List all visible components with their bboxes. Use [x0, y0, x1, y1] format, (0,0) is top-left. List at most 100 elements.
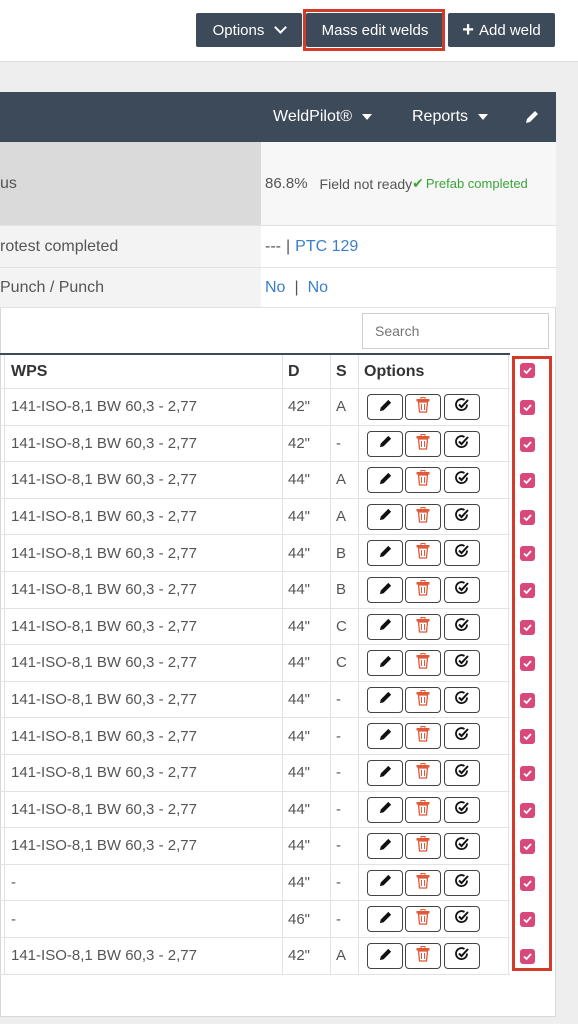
trash-icon [416, 653, 430, 673]
row-select-checkbox[interactable] [520, 802, 535, 818]
trash-icon [416, 397, 430, 417]
edit-weld-button[interactable] [367, 650, 403, 677]
pencil-icon [378, 690, 393, 709]
approve-weld-button[interactable] [444, 613, 480, 640]
row-select-checkbox[interactable] [520, 729, 535, 745]
approve-weld-button[interactable] [444, 796, 480, 823]
check-circle-icon [454, 726, 470, 746]
pencil-icon [378, 800, 393, 819]
edit-weld-button[interactable] [367, 430, 403, 457]
approve-weld-button[interactable] [444, 394, 480, 420]
pencil-icon[interactable] [524, 92, 542, 142]
approve-weld-button[interactable] [444, 540, 480, 567]
options-dropdown-button[interactable]: Options [196, 13, 302, 47]
delete-weld-button[interactable] [405, 467, 441, 494]
row-select-checkbox[interactable] [520, 839, 535, 855]
approve-weld-button[interactable] [444, 430, 480, 457]
approve-weld-button[interactable] [444, 906, 480, 933]
delete-weld-button[interactable] [405, 686, 441, 713]
delete-weld-button[interactable] [405, 394, 441, 420]
diameter-cell: 46" [288, 910, 311, 928]
approve-weld-button[interactable] [444, 650, 480, 677]
select-all-checkbox[interactable] [520, 363, 535, 378]
pencil-icon [378, 654, 393, 673]
edit-weld-button[interactable] [367, 833, 403, 860]
reports-menu[interactable]: Reports [412, 92, 489, 142]
header-options: Options [364, 362, 425, 380]
delete-weld-button[interactable] [405, 833, 441, 860]
delete-weld-button[interactable] [405, 503, 441, 530]
approve-weld-button[interactable] [444, 503, 480, 530]
schedule-cell: - [336, 691, 341, 709]
row-select-checkbox[interactable] [520, 400, 535, 415]
edit-weld-button[interactable] [367, 503, 403, 530]
row-select-checkbox[interactable] [520, 912, 535, 928]
approve-weld-button[interactable] [444, 577, 480, 603]
header-wps[interactable]: WPS [11, 355, 47, 388]
edit-weld-button[interactable] [367, 869, 403, 896]
delete-weld-button[interactable] [405, 613, 441, 640]
delete-weld-button[interactable] [405, 906, 441, 933]
punch-link-1[interactable]: No [265, 279, 285, 297]
edit-weld-button[interactable] [367, 467, 403, 494]
header-s[interactable]: S [336, 355, 347, 388]
row-select-checkbox[interactable] [520, 692, 535, 708]
approve-weld-button[interactable] [444, 723, 480, 750]
delete-weld-button[interactable] [405, 540, 441, 567]
row-select-checkbox[interactable] [520, 619, 535, 635]
diameter-cell: 44" [288, 471, 311, 489]
header-d[interactable]: D [288, 355, 300, 388]
edit-weld-button[interactable] [367, 760, 403, 786]
diameter-cell: 44" [288, 654, 311, 672]
punch-link-2[interactable]: No [308, 279, 328, 297]
check-circle-icon [454, 470, 470, 490]
row-select-checkbox[interactable] [520, 656, 535, 672]
row-select-checkbox[interactable] [520, 473, 535, 489]
diameter-cell: 44" [288, 617, 311, 635]
wps-cell: 141-ISO-8,1 BW 60,3 - 2,77 [11, 544, 197, 562]
trash-icon [416, 726, 430, 746]
row-select-checkbox[interactable] [520, 949, 535, 964]
delete-weld-button[interactable] [405, 650, 441, 677]
approve-weld-button[interactable] [444, 760, 480, 786]
approve-weld-button[interactable] [444, 869, 480, 896]
delete-weld-button[interactable] [405, 869, 441, 896]
pencil-icon [378, 617, 393, 636]
diameter-cell: 42" [288, 434, 311, 452]
edit-weld-button[interactable] [367, 613, 403, 640]
approve-weld-button[interactable] [444, 943, 480, 969]
diameter-cell: 44" [288, 691, 311, 709]
diameter-cell: 44" [288, 837, 311, 855]
delete-weld-button[interactable] [405, 796, 441, 823]
row-select-checkbox[interactable] [520, 509, 535, 525]
add-weld-button[interactable]: + Add weld [448, 13, 555, 47]
edit-weld-button[interactable] [367, 906, 403, 933]
delete-weld-button[interactable] [405, 430, 441, 457]
approve-weld-button[interactable] [444, 467, 480, 494]
approve-weld-button[interactable] [444, 686, 480, 713]
table-row: - 46" - [0, 901, 510, 938]
edit-weld-button[interactable] [367, 796, 403, 823]
edit-weld-button[interactable] [367, 686, 403, 713]
edit-weld-button[interactable] [367, 394, 403, 420]
weldpilot-menu[interactable]: WeldPilot® [273, 92, 373, 142]
edit-weld-button[interactable] [367, 943, 403, 969]
row-select-checkbox[interactable] [520, 436, 535, 452]
row-select-checkbox[interactable] [520, 546, 535, 562]
row-select-checkbox[interactable] [520, 875, 535, 891]
row-select-checkbox[interactable] [520, 766, 535, 781]
edit-weld-button[interactable] [367, 540, 403, 567]
row-select-checkbox[interactable] [520, 583, 535, 598]
delete-weld-button[interactable] [405, 760, 441, 786]
schedule-cell: - [336, 727, 341, 745]
edit-weld-button[interactable] [367, 723, 403, 750]
schedule-cell: B [336, 544, 347, 562]
search-input[interactable] [362, 313, 549, 349]
ptc-link[interactable]: PTC 129 [295, 238, 358, 256]
pencil-icon [378, 507, 393, 526]
approve-weld-button[interactable] [444, 833, 480, 860]
delete-weld-button[interactable] [405, 723, 441, 750]
delete-weld-button[interactable] [405, 577, 441, 603]
delete-weld-button[interactable] [405, 943, 441, 969]
edit-weld-button[interactable] [367, 577, 403, 603]
